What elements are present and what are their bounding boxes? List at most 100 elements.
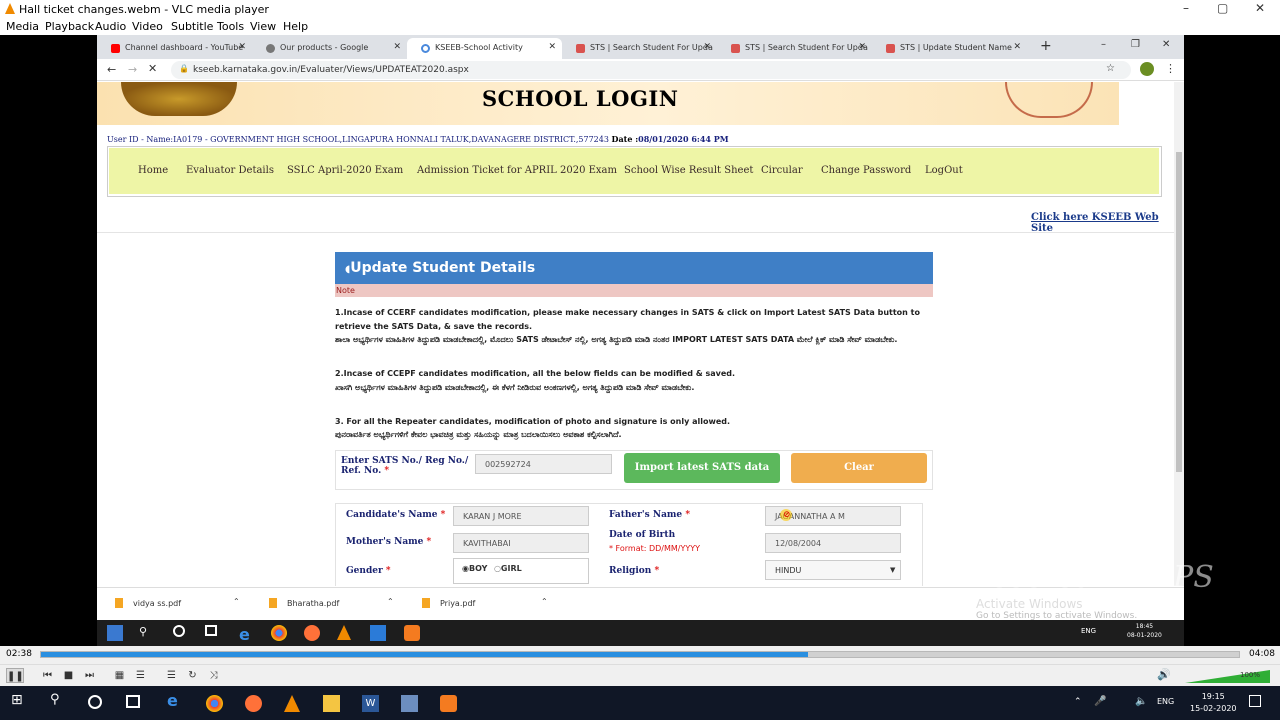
next-icon[interactable]: ⏭ [82, 668, 97, 683]
forward-icon[interactable]: → [128, 63, 137, 76]
browser-window: Channel dashboard - YouTube ✕ Our produc… [97, 35, 1184, 646]
download-item-2[interactable]: Bharatha.pdf [269, 598, 339, 608]
video-area[interactable]: Channel dashboard - YouTube ✕ Our produc… [0, 35, 1280, 646]
browser-minimize-icon[interactable]: – [1101, 39, 1106, 50]
word-icon[interactable]: W [362, 695, 379, 712]
chevron-up-icon[interactable]: ⌃ [541, 597, 548, 606]
profile-avatar[interactable] [1140, 62, 1154, 76]
pause-icon[interactable]: ❚❚ [6, 668, 24, 683]
radio-girl-icon[interactable]: ○ [494, 564, 501, 573]
nav-home[interactable]: Home [138, 165, 168, 176]
file-explorer-icon[interactable] [323, 695, 340, 712]
tray-chevron-icon[interactable]: ⌃ [1074, 697, 1082, 707]
minimize-icon[interactable]: – [1183, 1, 1189, 15]
cortana-icon[interactable] [88, 695, 102, 709]
playlist-icon[interactable]: ☰ [164, 668, 179, 683]
dob-input[interactable]: 12/08/2004 [765, 533, 901, 553]
divider [97, 232, 1177, 233]
microphone-icon[interactable]: 🎤 [1094, 696, 1106, 707]
stop-icon[interactable]: ✕ [148, 62, 157, 75]
tab-close-icon[interactable]: ✕ [548, 42, 556, 52]
browser-tab-bar: Channel dashboard - YouTube ✕ Our produc… [97, 35, 1184, 59]
menu-subtitle[interactable]: Subtitle [171, 20, 213, 33]
notification-icon[interactable] [1249, 695, 1261, 707]
religion-select[interactable]: HINDU ▼ [765, 560, 901, 580]
menu-media[interactable]: Media [6, 20, 39, 33]
import-sats-button[interactable]: Import latest SATS data [624, 453, 780, 483]
firefox-icon[interactable] [245, 695, 262, 712]
chevron-up-icon[interactable]: ⌃ [233, 597, 240, 606]
sats-number-input[interactable]: 002592724 [475, 454, 612, 474]
seek-progress [41, 652, 808, 657]
vlc-taskbar-icon[interactable] [284, 695, 300, 712]
tab-close-icon[interactable]: ✕ [858, 42, 866, 52]
nav-logout[interactable]: LogOut [925, 165, 963, 176]
menu-tools[interactable]: Tools [217, 20, 244, 33]
url-input[interactable]: 🔒 kseeb.karnataka.gov.in/Evaluater/Views… [171, 61, 1131, 79]
tab-sts-search-1[interactable]: STS | Search Student For Upda ✕ [562, 38, 717, 59]
loop-icon[interactable]: ↻ [185, 668, 200, 683]
new-tab-icon[interactable]: + [1040, 38, 1052, 54]
nav-result-sheet[interactable]: School Wise Result Sheet [624, 165, 753, 176]
page-scrollbar[interactable] [1174, 82, 1184, 586]
nav-change-password[interactable]: Change Password [821, 165, 911, 176]
windows-start-icon[interactable]: ⊞ [11, 692, 28, 709]
chrome-icon[interactable] [206, 695, 223, 712]
tab-close-icon[interactable]: ✕ [393, 42, 401, 52]
nav-evaluator-details[interactable]: Evaluator Details [186, 165, 274, 176]
photos-icon[interactable] [401, 695, 418, 712]
menu-help[interactable]: Help [283, 20, 308, 33]
nav-sslc-exam[interactable]: SSLC April-2020 Exam [287, 165, 403, 176]
tab-close-icon[interactable]: ✕ [1013, 42, 1021, 52]
menu-view[interactable]: View [250, 20, 276, 33]
kseeb-website-link[interactable]: Click here KSEEB Web Site [1031, 212, 1177, 234]
tab-sts-search-2[interactable]: STS | Search Student For Upda ✕ [717, 38, 872, 59]
nav-circular[interactable]: Circular [761, 165, 803, 176]
nav-admission-ticket[interactable]: Admission Ticket for APRIL 2020 Exam [417, 165, 617, 176]
previous-icon[interactable]: ⏮ [40, 668, 55, 683]
tab-google[interactable]: Our products - Google ✕ [252, 38, 407, 59]
seek-bar[interactable] [40, 651, 1240, 658]
radio-boy-icon[interactable]: ◉ [462, 564, 469, 573]
search-icon[interactable]: ⚲ [50, 692, 67, 709]
shuffle-icon[interactable]: ⤨ [206, 668, 221, 683]
system-clock[interactable]: 19:15 15-02-2020 [1190, 691, 1237, 715]
tab-youtube[interactable]: Channel dashboard - YouTube ✕ [97, 38, 252, 59]
menu-playback[interactable]: Playback [45, 20, 94, 33]
candidate-name-input[interactable]: KARAN J MORE [453, 506, 589, 526]
task-view-icon[interactable] [126, 695, 140, 708]
tab-sts-update[interactable]: STS | Update Student Name ✕ [872, 38, 1027, 59]
close-icon[interactable]: ✕ [1255, 1, 1265, 15]
edge-icon[interactable]: e [167, 691, 184, 710]
icecream-recorder-icon[interactable] [440, 695, 457, 712]
stop-playback-icon[interactable]: ■ [61, 668, 76, 683]
tab-kseeb[interactable]: KSEEB-School Activity ✕ [407, 38, 562, 59]
task-view-icon [205, 625, 217, 636]
panel-title: Update Student Details [350, 260, 536, 276]
not-allowed-cursor-icon: ⊘ [783, 510, 791, 520]
back-icon[interactable]: ← [107, 63, 116, 76]
language-indicator[interactable]: ENG [1157, 697, 1174, 706]
fullscreen-icon[interactable]: ▦ [112, 668, 127, 683]
clear-button[interactable]: Clear [791, 453, 927, 483]
tab-close-icon[interactable]: ✕ [703, 42, 711, 52]
download-item-1[interactable]: vidya ss.pdf [115, 598, 181, 608]
download-item-3[interactable]: Priya.pdf [422, 598, 475, 608]
extended-settings-icon[interactable]: ☰ [133, 668, 148, 683]
scrollbar-thumb[interactable] [1176, 152, 1182, 472]
tab-close-icon[interactable]: ✕ [238, 42, 246, 52]
url-text: kseeb.karnataka.gov.in/Evaluater/Views/U… [193, 65, 469, 75]
maximize-icon[interactable]: ▢ [1217, 1, 1228, 15]
menu-dots-icon[interactable]: ⋮ [1165, 62, 1176, 75]
browser-maximize-icon[interactable]: ❐ [1131, 39, 1140, 50]
sts-icon [576, 44, 585, 53]
sats-label-line1: Enter SATS No./ Reg No./ [341, 456, 469, 466]
volume-icon[interactable]: 🔈 [1135, 696, 1147, 707]
menu-audio[interactable]: Audio [95, 20, 126, 33]
mother-name-input[interactable]: KAVITHABAI [453, 533, 589, 553]
browser-close-icon[interactable]: ✕ [1162, 39, 1170, 50]
menu-video[interactable]: Video [132, 20, 163, 33]
chevron-up-icon[interactable]: ⌃ [387, 597, 394, 606]
speaker-icon[interactable]: 🔊 [1157, 668, 1171, 681]
bookmark-star-icon[interactable]: ☆ [1106, 63, 1115, 74]
